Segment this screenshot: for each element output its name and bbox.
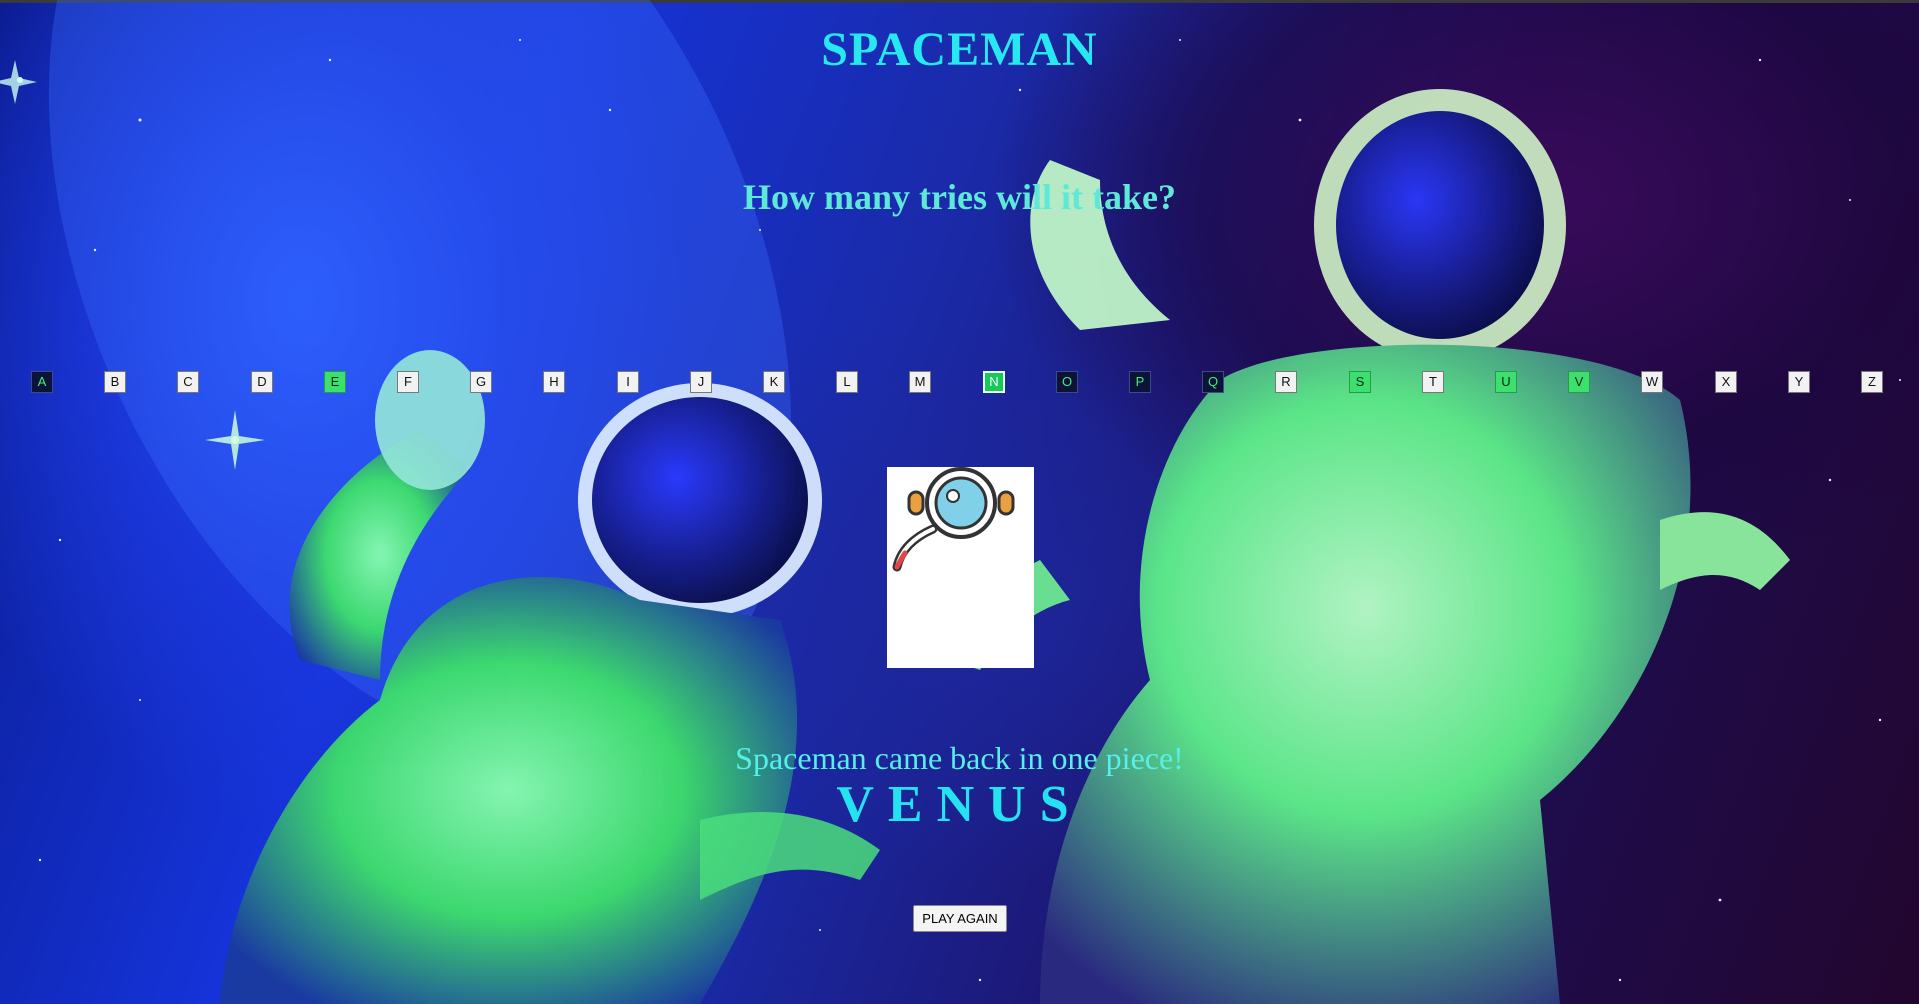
window-top-border — [0, 0, 1919, 3]
letter-key-l[interactable]: L — [836, 371, 858, 393]
letter-key-o[interactable]: O — [1056, 371, 1078, 393]
letter-key-u[interactable]: U — [1495, 371, 1517, 393]
letter-key-r[interactable]: R — [1275, 371, 1297, 393]
astronaut-helmet-icon — [892, 467, 1015, 572]
letter-key-m[interactable]: M — [909, 371, 931, 393]
letter-key-a[interactable]: A — [31, 371, 53, 393]
letter-key-y[interactable]: Y — [1788, 371, 1810, 393]
game-title: SPACEMAN — [821, 23, 1098, 76]
letter-key-q[interactable]: Q — [1202, 371, 1224, 393]
left-astronaut-silhouette — [220, 350, 880, 1004]
letter-key-i[interactable]: I — [617, 371, 639, 393]
right-astronaut-silhouette — [950, 89, 1790, 1004]
letter-key-v[interactable]: V — [1568, 371, 1590, 393]
spaceman-display — [887, 467, 1034, 668]
letter-key-t[interactable]: T — [1422, 371, 1444, 393]
result-message: Spaceman came back in one piece! — [735, 740, 1184, 776]
letter-keyboard: A B C D E F G H I J K L M N O P Q R S T U V W X Y Z — [31, 371, 1891, 397]
letter-key-b[interactable]: B — [104, 371, 126, 393]
letter-key-h[interactable]: H — [543, 371, 565, 393]
letter-key-x[interactable]: X — [1715, 371, 1737, 393]
letter-key-e[interactable]: E — [324, 371, 346, 393]
letter-key-f[interactable]: F — [397, 371, 419, 393]
letter-key-k[interactable]: K — [763, 371, 785, 393]
letter-key-g[interactable]: G — [470, 371, 492, 393]
letter-key-s[interactable]: S — [1349, 371, 1371, 393]
letter-key-c[interactable]: C — [177, 371, 199, 393]
secret-word: VENUS — [836, 776, 1083, 833]
letter-key-n[interactable]: N — [983, 371, 1005, 393]
game-subtitle: How many tries will it take? — [743, 177, 1176, 217]
letter-key-z[interactable]: Z — [1861, 371, 1883, 393]
letter-key-w[interactable]: W — [1641, 371, 1663, 393]
letter-key-d[interactable]: D — [251, 371, 273, 393]
letter-key-p[interactable]: P — [1129, 371, 1151, 393]
play-again-button[interactable]: PLAY AGAIN — [913, 905, 1007, 932]
letter-key-j[interactable]: J — [690, 371, 712, 393]
